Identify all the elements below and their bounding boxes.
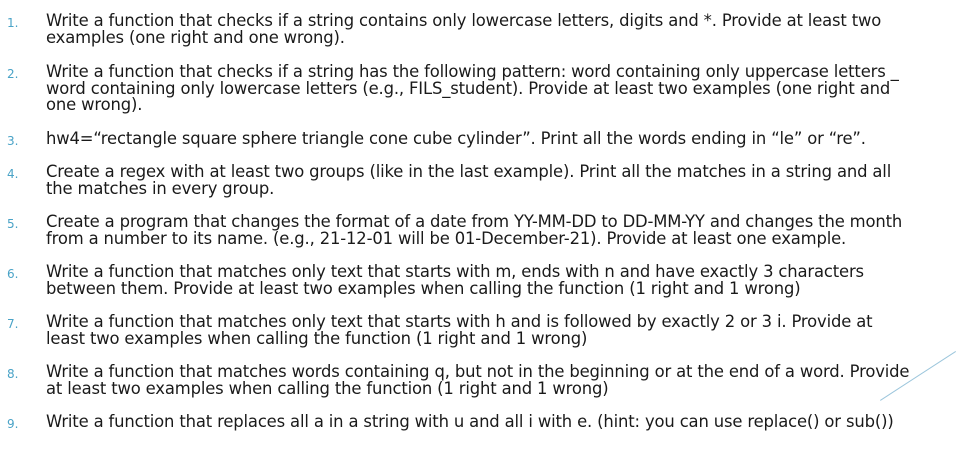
item-number: 3. [7,134,19,148]
item-text: Write a function that checks if a string… [46,62,899,114]
item-number: 4. [7,167,19,181]
item-number: 8. [7,367,19,381]
item-text: Write a function that checks if a string… [46,11,882,47]
item-text: Write a function that matches only text … [46,262,864,298]
item-number: 9. [7,417,19,431]
item-number: 7. [7,317,19,331]
item-text: hw4=“rectangle square sphere triangle co… [46,129,866,148]
item-text: Create a program that changes the format… [46,212,903,248]
item-text: Write a function that replaces all a in … [46,412,894,431]
item-text: Write a function that matches words cont… [46,362,910,398]
item-text: Create a regex with at least two groups … [46,162,892,198]
item-number: 5. [7,217,19,231]
item-number: 2. [7,67,19,81]
item-number: 1. [7,16,19,30]
item-text: Write a function that matches only text … [46,312,873,348]
item-number: 6. [7,267,19,281]
